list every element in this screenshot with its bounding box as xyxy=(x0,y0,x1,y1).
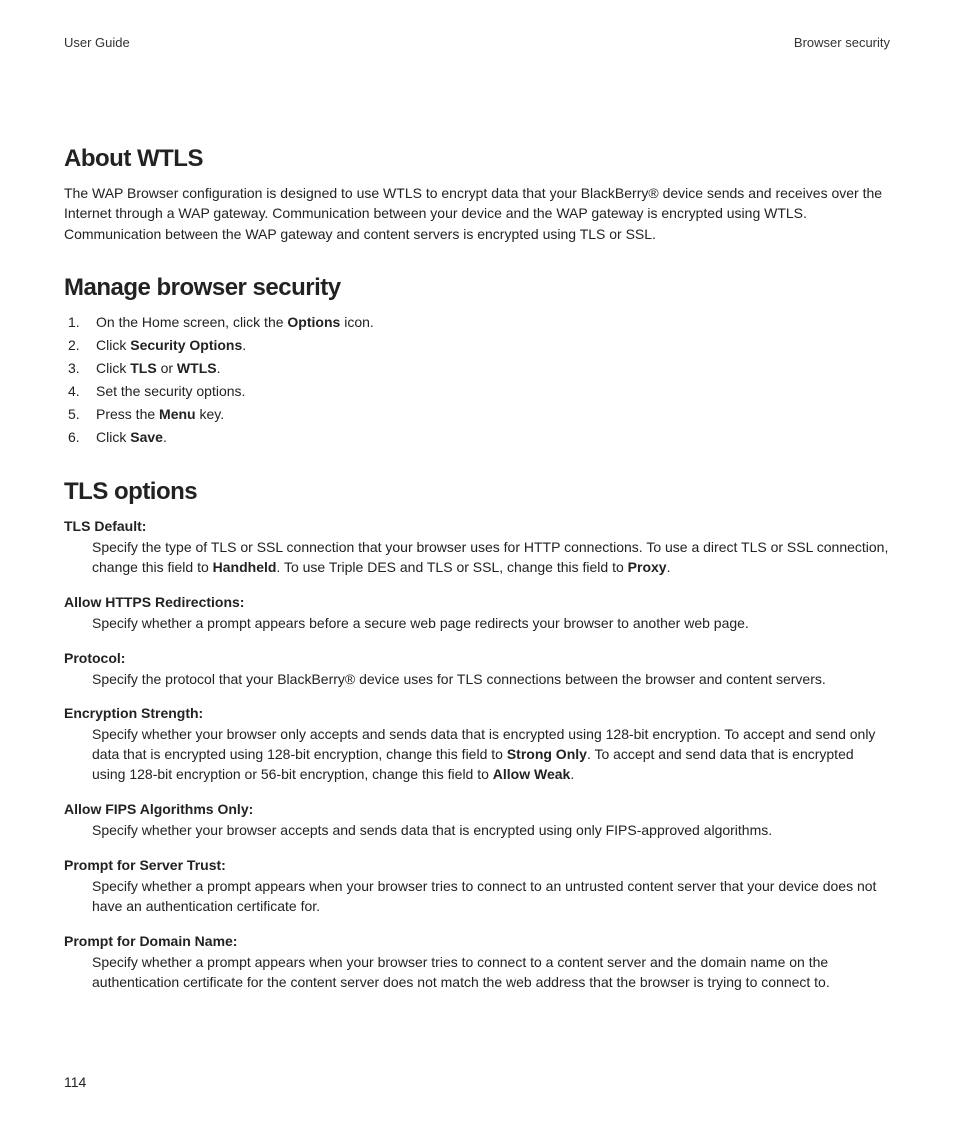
option-term: Encryption Strength: xyxy=(64,705,890,721)
step-item: Click Save. xyxy=(64,427,890,448)
option-term: Prompt for Server Trust: xyxy=(64,857,890,873)
option-description: Specify whether your browser accepts and… xyxy=(64,821,890,841)
option-term: Allow FIPS Algorithms Only: xyxy=(64,801,890,817)
option-term: TLS Default: xyxy=(64,518,890,534)
option-description: Specify whether a prompt appears before … xyxy=(64,614,890,634)
option-description: Specify whether a prompt appears when yo… xyxy=(64,953,890,993)
step-item: Click Security Options. xyxy=(64,335,890,356)
step-item: Press the Menu key. xyxy=(64,404,890,425)
option-term: Prompt for Domain Name: xyxy=(64,933,890,949)
about-wtls-body: The WAP Browser configuration is designe… xyxy=(64,183,890,244)
option-term: Protocol: xyxy=(64,650,890,666)
option-description: Specify the protocol that your BlackBerr… xyxy=(64,670,890,690)
tls-option-item: Encryption Strength: Specify whether your… xyxy=(64,705,890,785)
heading-manage-security: Manage browser security xyxy=(64,274,890,302)
tls-option-item: Allow HTTPS Redirections: Specify whether… xyxy=(64,594,890,634)
tls-option-item: TLS Default: Specify the type of TLS or S… xyxy=(64,518,890,578)
option-description: Specify whether your browser only accept… xyxy=(64,725,890,785)
heading-tls-options: TLS options xyxy=(64,478,890,506)
manage-steps-list: On the Home screen, click the Options ic… xyxy=(64,312,890,448)
step-item: Click TLS or WTLS. xyxy=(64,358,890,379)
page-header: User Guide Browser security xyxy=(64,35,890,50)
step-item: On the Home screen, click the Options ic… xyxy=(64,312,890,333)
tls-option-item: Prompt for Domain Name: Specify whether a… xyxy=(64,933,890,993)
tls-option-item: Protocol: Specify the protocol that your … xyxy=(64,650,890,690)
page-number: 114 xyxy=(64,1074,86,1090)
tls-option-item: Allow FIPS Algorithms Only: Specify wheth… xyxy=(64,801,890,841)
option-term: Allow HTTPS Redirections: xyxy=(64,594,890,610)
option-description: Specify the type of TLS or SSL connectio… xyxy=(64,538,890,578)
header-right: Browser security xyxy=(794,35,890,50)
step-item: Set the security options. xyxy=(64,381,890,402)
tls-option-item: Prompt for Server Trust: Specify whether … xyxy=(64,857,890,917)
header-left: User Guide xyxy=(64,35,130,50)
tls-options-list: TLS Default: Specify the type of TLS or S… xyxy=(64,518,890,993)
heading-about-wtls: About WTLS xyxy=(64,145,890,173)
option-description: Specify whether a prompt appears when yo… xyxy=(64,877,890,917)
